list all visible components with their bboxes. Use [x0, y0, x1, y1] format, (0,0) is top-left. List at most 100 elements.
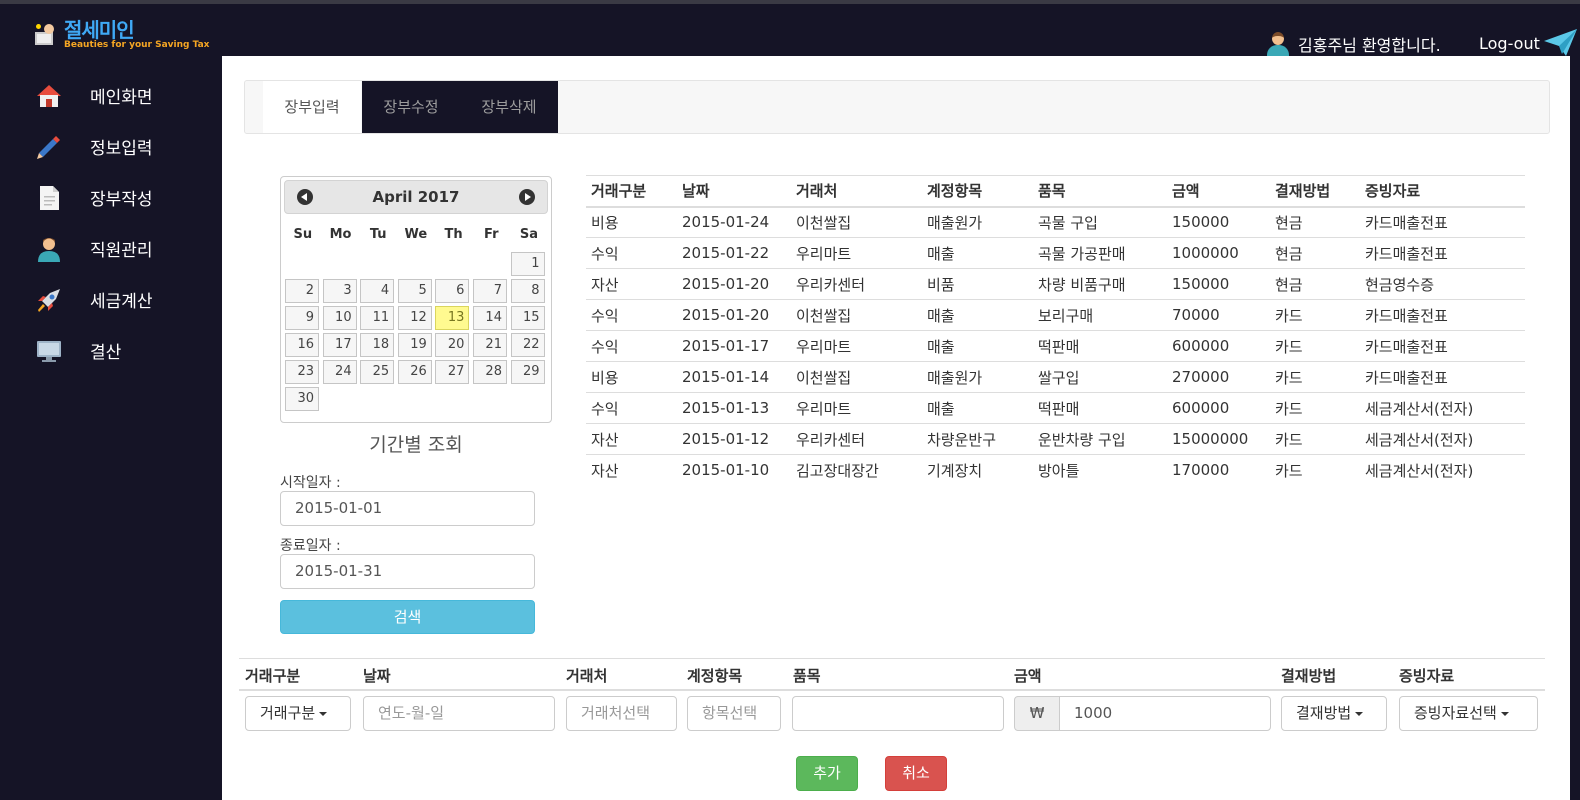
table-column-header[interactable]: 거래구분 — [586, 175, 677, 208]
home-icon — [36, 83, 62, 109]
table-column-header[interactable]: 증빙자료 — [1360, 175, 1525, 208]
next-month-icon[interactable] — [519, 189, 535, 205]
calendar-day[interactable]: 12 — [397, 306, 432, 330]
transaction-type-dropdown[interactable]: 거래구분 — [245, 696, 351, 731]
calendar-weekday-row: Su Mo Tu We Th Fr Sa — [284, 224, 548, 246]
page-scroll-edge — [1570, 56, 1580, 800]
monitor-icon — [36, 338, 62, 364]
calendar-day[interactable]: 16 — [285, 333, 319, 357]
calendar-day[interactable]: 4 — [360, 279, 395, 303]
calendar-day[interactable]: 28 — [472, 360, 507, 384]
pencil-icon — [36, 134, 62, 160]
start-date-input[interactable]: 2015-01-01 — [280, 491, 535, 526]
table-cell: 수익 — [586, 330, 677, 362]
tab-ledger-input[interactable]: 장부입력 — [263, 81, 361, 133]
table-column-header[interactable]: 계정항목 — [922, 175, 1033, 208]
table-cell: 김고장대장간 — [791, 454, 922, 486]
sidebar: 메인화면 정보입력 장부작성 직원관리 세금계산 결산 — [0, 70, 222, 376]
amount-input[interactable]: 1000 — [1059, 696, 1271, 731]
table-column-header[interactable]: 품목 — [1033, 175, 1167, 208]
cancel-button[interactable]: 취소 — [885, 756, 947, 791]
calendar-day[interactable]: 11 — [360, 306, 395, 330]
calendar-day-today[interactable]: 13 — [435, 306, 470, 330]
table-cell: 170000 — [1167, 454, 1270, 486]
start-date-label: 시작일자 : — [280, 475, 341, 491]
payment-method-dropdown[interactable]: 결재방법 — [1281, 696, 1387, 731]
table-row[interactable]: 수익 2015-01-22 우리마트 매출 곡물 가공판매 1000000 현금 카드매출전표 — [586, 237, 1525, 269]
table-row[interactable]: 자산 2015-01-10 김고장대장간 기계장치 방아틀 170000 카드 세금계산서(전… — [586, 454, 1525, 486]
table-cell: 매출 — [922, 330, 1033, 362]
table-cell: 기계장치 — [922, 454, 1033, 486]
payment-method-value: 결재방법 — [1296, 704, 1352, 722]
table-cell: 카드매출전표 — [1360, 206, 1525, 238]
calendar-day[interactable]: 7 — [472, 279, 507, 303]
table-row[interactable]: 비용 2015-01-24 이천쌀집 매출원가 곡물 구입 150000 현금 카드매출전표 — [586, 206, 1525, 238]
calendar-day[interactable]: 5 — [397, 279, 432, 303]
calendar-day[interactable]: 26 — [397, 360, 432, 384]
logo-subtitle: Beauties for your Saving Tax — [64, 40, 210, 50]
calendar-day[interactable]: 1 — [510, 252, 545, 276]
entry-header-evidence: 증빙자료 — [1399, 667, 1455, 685]
table-row[interactable]: 수익 2015-01-20 이천쌀집 매출 보리구매 70000 카드 카드매출전표 — [586, 299, 1525, 331]
logout-button[interactable]: Log-out — [1479, 28, 1578, 58]
add-button[interactable]: 추가 — [796, 756, 858, 791]
calendar-day[interactable]: 3 — [322, 279, 357, 303]
table-row[interactable]: 비용 2015-01-14 이천쌀집 매출원가 쌀구입 270000 카드 카드매출전표 — [586, 361, 1525, 393]
table-column-header[interactable]: 거래처 — [791, 175, 922, 208]
calendar-day[interactable]: 2 — [285, 279, 319, 303]
entry-header-client: 거래처 — [566, 667, 608, 685]
calendar-day[interactable]: 18 — [360, 333, 395, 357]
tab-ledger-delete[interactable]: 장부삭제 — [460, 81, 558, 133]
prev-month-icon[interactable] — [297, 189, 313, 205]
sidebar-item-main[interactable]: 메인화면 — [0, 70, 222, 121]
calendar-day[interactable]: 21 — [472, 333, 507, 357]
sidebar-item-tax-calc[interactable]: 세금계산 — [0, 274, 222, 325]
calendar-day[interactable]: 19 — [397, 333, 432, 357]
account-select-input[interactable]: 항목선택 — [687, 696, 781, 731]
calendar-day[interactable]: 17 — [322, 333, 357, 357]
client-select-input[interactable]: 거래처선택 — [566, 696, 677, 731]
sidebar-item-employees[interactable]: 직원관리 — [0, 223, 222, 274]
calendar-day[interactable]: 10 — [322, 306, 357, 330]
table-row[interactable]: 수익 2015-01-17 우리마트 매출 떡판매 600000 카드 카드매출전표 — [586, 330, 1525, 362]
calendar-day[interactable]: 23 — [285, 360, 319, 384]
sidebar-item-info-input[interactable]: 정보입력 — [0, 121, 222, 172]
app-logo[interactable]: 절세미인 Beauties for your Saving Tax — [32, 20, 209, 56]
caret-down-icon — [1355, 711, 1364, 716]
table-cell: 270000 — [1167, 361, 1270, 393]
calendar-day[interactable]: 6 — [435, 279, 470, 303]
table-cell: 2015-01-20 — [677, 268, 791, 300]
calendar-day[interactable]: 25 — [360, 360, 395, 384]
calendar-day[interactable]: 20 — [435, 333, 470, 357]
table-cell: 보리구매 — [1033, 299, 1167, 331]
sidebar-item-ledger[interactable]: 장부작성 — [0, 172, 222, 223]
table-cell: 현금영수증 — [1360, 268, 1525, 300]
sidebar-item-label: 메인화면 — [90, 88, 153, 108]
rocket-icon — [36, 287, 62, 313]
item-input[interactable] — [792, 696, 1004, 731]
end-date-input[interactable]: 2015-01-31 — [280, 554, 535, 589]
calendar-day[interactable]: 22 — [510, 333, 545, 357]
table-row[interactable]: 자산 2015-01-20 우리카센터 비품 차량 비품구매 150000 현금 현금영수증 — [586, 268, 1525, 300]
tab-ledger-edit[interactable]: 장부수정 — [362, 81, 460, 133]
table-column-header[interactable]: 결재방법 — [1270, 175, 1360, 208]
table-column-header[interactable]: 날짜 — [677, 175, 791, 208]
ledger-tabs: 장부입력 장부수정 장부삭제 — [244, 80, 1550, 134]
welcome-text: 김홍주님 환영합니다. — [1298, 36, 1441, 55]
table-row[interactable]: 자산 2015-01-12 우리카센터 차량운반구 운반차량 구입 15000000 카드 세… — [586, 423, 1525, 455]
calendar-day[interactable]: 30 — [285, 387, 319, 411]
calendar-day[interactable]: 27 — [435, 360, 470, 384]
table-cell: 현금 — [1270, 268, 1360, 300]
evidence-dropdown[interactable]: 증빙자료선택 — [1399, 696, 1538, 731]
table-column-header[interactable]: 금액 — [1167, 175, 1270, 208]
calendar-day[interactable]: 29 — [510, 360, 545, 384]
calendar-day[interactable]: 9 — [285, 306, 319, 330]
calendar-day[interactable]: 15 — [510, 306, 545, 330]
calendar-day[interactable]: 14 — [472, 306, 507, 330]
date-input[interactable]: 연도-월-일 — [363, 696, 555, 731]
search-button[interactable]: 검색 — [280, 600, 535, 634]
calendar-day[interactable]: 24 — [322, 360, 357, 384]
calendar-day[interactable]: 8 — [510, 279, 545, 303]
sidebar-item-settlement[interactable]: 결산 — [0, 325, 222, 376]
table-row[interactable]: 수익 2015-01-13 우리마트 매출 떡판매 600000 카드 세금계산서(전자) — [586, 392, 1525, 424]
